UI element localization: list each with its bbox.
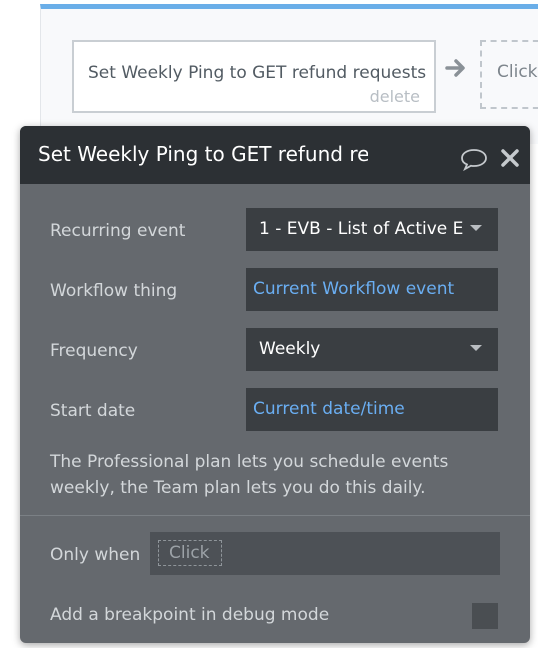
add-action-placeholder[interactable]: Click bbox=[480, 40, 538, 109]
delete-link[interactable]: delete bbox=[370, 87, 420, 106]
only-when-label: Only when bbox=[50, 545, 141, 565]
plan-note: The Professional plan lets you schedule … bbox=[50, 452, 449, 498]
recurring-event-label: Recurring event bbox=[50, 221, 186, 241]
add-action-label: Click bbox=[497, 62, 538, 82]
action-title: Set Weekly Ping to GET refund requests bbox=[88, 63, 427, 83]
workflow-action-card[interactable]: Set Weekly Ping to GET refund requests d… bbox=[72, 40, 436, 113]
frequency-label: Frequency bbox=[50, 341, 138, 361]
breakpoint-checkbox[interactable] bbox=[472, 603, 498, 629]
recurring-event-dropdown[interactable]: 1 - EVB - List of Active Ev bbox=[246, 208, 498, 251]
only-when-placeholder: Click bbox=[169, 543, 210, 563]
recurring-event-value: 1 - EVB - List of Active Ev bbox=[259, 219, 464, 239]
panel-title[interactable]: Set Weekly Ping to GET refund rec bbox=[38, 142, 368, 170]
breakpoint-label: Add a breakpoint in debug mode bbox=[50, 605, 330, 625]
workflow-thing-field[interactable]: Current Workflow event bbox=[246, 268, 498, 311]
workflow-thing-label: Workflow thing bbox=[50, 281, 178, 301]
only-when-click-chip[interactable]: Click bbox=[158, 540, 222, 566]
start-date-label: Start date bbox=[50, 401, 136, 421]
workflow-thing-value[interactable]: Current Workflow event bbox=[253, 279, 454, 299]
frequency-value: Weekly bbox=[259, 339, 321, 359]
divider bbox=[20, 515, 530, 516]
start-date-field[interactable]: Current date/time bbox=[246, 388, 498, 431]
chevron-down-icon bbox=[470, 225, 482, 231]
panel-header: Set Weekly Ping to GET refund rec bbox=[20, 126, 530, 184]
comment-icon[interactable] bbox=[460, 147, 488, 171]
close-icon[interactable] bbox=[501, 149, 519, 167]
action-editor-panel: Set Weekly Ping to GET refund rec Recurr… bbox=[20, 126, 530, 643]
start-date-value[interactable]: Current date/time bbox=[253, 399, 405, 419]
chevron-down-icon bbox=[470, 345, 482, 351]
arrow-right-icon bbox=[445, 59, 465, 77]
frequency-dropdown[interactable]: Weekly bbox=[246, 328, 498, 371]
only-when-field[interactable]: Click bbox=[150, 532, 500, 575]
